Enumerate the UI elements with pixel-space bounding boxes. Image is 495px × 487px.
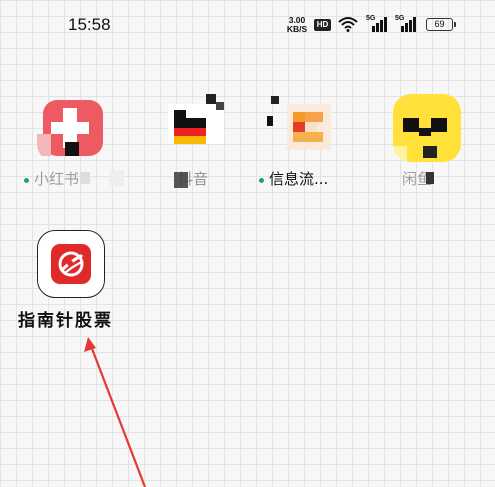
annotation-arrow-icon xyxy=(84,337,147,487)
